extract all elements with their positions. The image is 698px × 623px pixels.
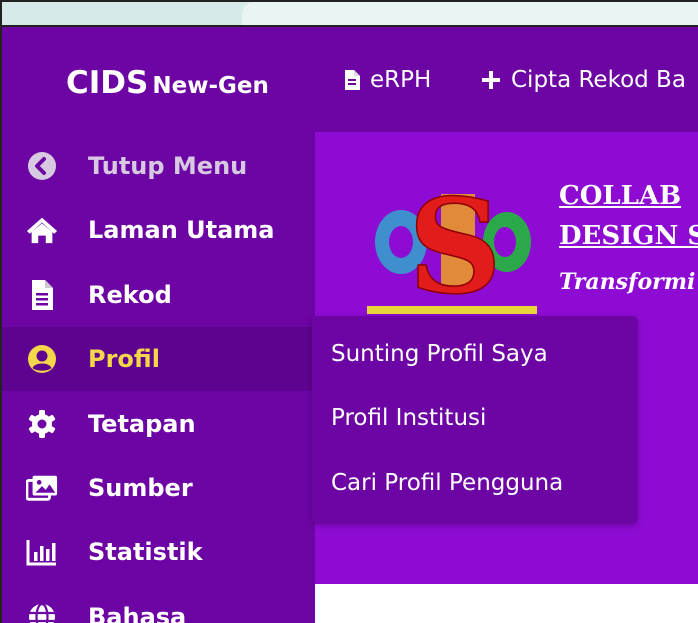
browser-tab-strip: [2, 2, 698, 27]
sidebar-item-tutup-menu[interactable]: Tutup Menu: [2, 134, 315, 198]
sidebar-item-laman-utama[interactable]: Laman Utama: [2, 198, 315, 262]
brand-name: CIDS: [66, 65, 149, 101]
sidebar-item-label: Rekod: [88, 281, 172, 309]
globe-icon: [26, 601, 58, 623]
sidebar-item-label: Laman Utama: [88, 216, 275, 244]
sidebar: Tutup Menu Laman Utama Rekod Profil Teta…: [2, 132, 315, 623]
sidebar-item-label: Bahasa: [88, 603, 187, 623]
heading-line-2: DESIGN S: [559, 221, 698, 251]
document-icon: [26, 279, 58, 311]
browser-tab[interactable]: [242, 2, 698, 25]
sidebar-item-label: Sumber: [88, 474, 193, 502]
heading-line-1: COLLAB: [559, 181, 682, 211]
sidebar-item-tetapan[interactable]: Tetapan: [2, 392, 315, 456]
plus-icon: [482, 71, 500, 89]
profil-submenu: Sunting Profil Saya Profil Institusi Car…: [312, 316, 638, 524]
submenu-item-profil-institusi[interactable]: Profil Institusi: [331, 405, 486, 431]
sidebar-item-sumber[interactable]: Sumber: [2, 456, 315, 520]
nav-cipta-rekod-link[interactable]: Cipta Rekod Ba: [481, 67, 686, 93]
images-icon: [26, 472, 58, 504]
sidebar-item-statistik[interactable]: Statistik: [2, 520, 315, 584]
cids-logo: S: [367, 174, 537, 324]
sidebar-item-label: Tutup Menu: [88, 152, 248, 180]
sidebar-item-rekod[interactable]: Rekod: [2, 263, 315, 327]
gear-icon: [26, 408, 58, 440]
svg-text:S: S: [408, 174, 502, 323]
home-icon: [26, 214, 58, 246]
top-navbar: CIDS New-Gen eRPH Cipta Rekod Ba: [2, 27, 698, 132]
sidebar-item-label: Profil: [88, 345, 160, 373]
banner-tagline: Transformi: [559, 269, 696, 295]
nav-erph-link[interactable]: eRPH: [344, 67, 431, 93]
brand-suffix: New-Gen: [152, 73, 269, 99]
banner-heading: COLLAB DESIGN S: [559, 176, 698, 256]
sidebar-item-bahasa[interactable]: Bahasa: [2, 585, 315, 623]
submenu-item-sunting-profil[interactable]: Sunting Profil Saya: [331, 341, 548, 367]
chevron-left-circle-icon: [26, 150, 58, 182]
sidebar-item-label: Tetapan: [88, 410, 196, 438]
content-body: [315, 584, 698, 623]
document-icon: [345, 70, 360, 90]
brand[interactable]: CIDS New-Gen: [66, 65, 269, 101]
nav-erph-label: eRPH: [370, 67, 432, 93]
submenu-item-cari-profil[interactable]: Cari Profil Pengguna: [331, 470, 563, 496]
sidebar-item-label: Statistik: [88, 538, 203, 566]
nav-cipta-label: Cipta Rekod Ba: [511, 67, 686, 93]
sidebar-item-profil[interactable]: Profil: [2, 327, 315, 391]
user-circle-icon: [26, 343, 58, 375]
bar-chart-icon: [26, 536, 58, 568]
